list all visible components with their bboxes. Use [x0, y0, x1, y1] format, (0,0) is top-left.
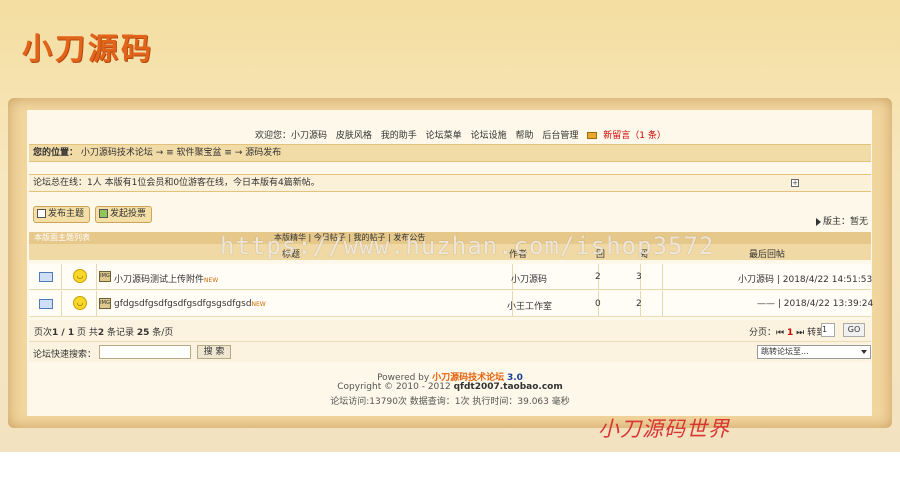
attachment-icon: IMG — [99, 271, 111, 282]
top-nav: 欢迎您：小刀源码 皮肤风格 我的助手 论坛菜单 论坛设施 帮助 后台管理 新留言… — [255, 128, 672, 141]
go-button[interactable]: GO — [843, 323, 865, 337]
thread-list-title: 本版面主题列表 — [34, 233, 90, 242]
expand-icon[interactable]: + — [791, 179, 799, 187]
last-page-icon[interactable]: ⏭ — [796, 328, 804, 338]
table-row[interactable]: ◡ IMG 小刀源码测试上传附件NEW 小刀源码 2 3 小刀源码 | 2018… — [29, 264, 872, 290]
thread-author[interactable]: 小刀源码 — [511, 272, 547, 285]
search-input[interactable] — [99, 345, 191, 359]
post-poll-button[interactable]: 发起投票 — [95, 206, 153, 223]
forum-jump-value: 跳转论坛至... — [761, 347, 809, 356]
page-info: 页次1 / 1 页 共2 条记录 25 条/页 — [34, 328, 174, 338]
online-status-text: 论坛总在线：1人 本版有1位会员和0位游客在线，今日本版有4篇新帖。 — [33, 178, 320, 188]
table-row[interactable]: ◡ IMG gfdgsdfgsdfgsdfgsdfgsgsdfgsdNEW 小王… — [29, 291, 873, 317]
attachment-icon: IMG — [99, 298, 111, 309]
thread-replies: 2 — [595, 272, 601, 282]
footer-stats: 论坛访问:13790次 数据查询：1次 执行时间：39.063 毫秒 — [330, 397, 570, 407]
chevron-down-icon — [861, 350, 867, 354]
brand-signature: 小刀源码世界 — [598, 417, 730, 441]
nav-welcome[interactable]: 欢迎您：小刀源码 — [255, 131, 327, 141]
column-last-reply: 最后回帖 — [749, 250, 786, 260]
smiley-icon: ◡ — [73, 296, 87, 310]
goto-page-input[interactable]: 1 — [821, 323, 835, 337]
nav-forum-menu[interactable]: 论坛菜单 — [426, 131, 462, 141]
online-status-bar: 论坛总在线：1人 本版有1位会员和0位游客在线，今日本版有4篇新帖。 + — [29, 174, 871, 192]
envelope-icon — [39, 272, 53, 282]
thread-title-text[interactable]: gfdgsdfgsdfgsdfgsdfgsgsdfgsd — [114, 299, 252, 309]
thread-views: 3 — [636, 272, 642, 282]
first-page-icon[interactable]: ⏮ — [776, 328, 784, 338]
thread-replies: 0 — [595, 299, 601, 309]
thread-title[interactable]: gfdgsdfgsdfgsdfgsdfgsgsdfgsdNEW — [114, 299, 266, 309]
thread-last-reply[interactable]: 小刀源码 | 2018/4/22 14:51:53 — [738, 272, 872, 285]
copyright-text: Copyright © 2010 - 2012 — [337, 382, 454, 392]
nav-admin[interactable]: 后台管理 — [542, 131, 578, 141]
nav-skin[interactable]: 皮肤风格 — [336, 131, 372, 141]
post-poll-label: 发起投票 — [110, 209, 147, 219]
watermark: https://www.huzhan.com/ishop3572 — [220, 232, 715, 260]
poll-icon — [99, 209, 108, 218]
search-label: 论坛快速搜索： — [33, 350, 97, 360]
document-icon — [37, 209, 46, 218]
search-button[interactable]: 搜 索 — [197, 345, 231, 359]
post-topic-button[interactable]: 发布主题 — [33, 206, 91, 223]
thread-title[interactable]: 小刀源码测试上传附件NEW — [114, 272, 218, 285]
nav-forum-tools[interactable]: 论坛设施 — [471, 131, 507, 141]
moderator-label: 版主：暂无 — [823, 217, 869, 227]
pagination: 页次1 / 1 页 共2 条记录 25 条/页 分页：⏮ 1 ⏭ 转到 1 GO — [29, 320, 871, 342]
thread-last-reply[interactable]: —— | 2018/4/22 13:39:24 — [757, 299, 873, 309]
nav-help[interactable]: 帮助 — [515, 131, 533, 141]
site-logo[interactable]: 小刀源码 — [22, 24, 154, 68]
triangle-right-icon — [816, 217, 821, 226]
breadcrumb-prefix: 您的位置： — [33, 148, 79, 158]
breadcrumb: 您的位置： 小刀源码技术论坛 → ≡ 软件聚宝盆 ≡ → 源码发布 — [29, 144, 871, 162]
new-badge: NEW — [251, 301, 266, 308]
forum-jump-select[interactable]: 跳转论坛至... — [757, 345, 871, 359]
quick-search: 论坛快速搜索： 搜 索 跳转论坛至... — [29, 342, 871, 362]
thread-author[interactable]: 小王工作室 — [507, 299, 552, 312]
moderator-info: 版主：暂无 — [816, 214, 868, 227]
current-page[interactable]: 1 — [787, 328, 793, 338]
thread-views: 2 — [636, 299, 642, 309]
new-badge: NEW — [204, 277, 219, 284]
nav-assistant[interactable]: 我的助手 — [381, 131, 417, 141]
footer-copyright: Copyright © 2010 - 2012 qfdt2007.taobao.… — [0, 382, 900, 392]
breadcrumb-path[interactable]: 小刀源码技术论坛 → ≡ 软件聚宝盆 ≡ → 源码发布 — [81, 148, 281, 158]
thread-title-text[interactable]: 小刀源码测试上传附件 — [114, 275, 204, 285]
nav-new-messages[interactable]: 新留言（1 条） — [603, 131, 666, 141]
mail-icon — [587, 132, 598, 139]
copyright-link[interactable]: qfdt2007.taobao.com — [454, 382, 563, 392]
page-nav: 分页：⏮ 1 ⏭ 转到 — [749, 328, 826, 338]
post-topic-label: 发布主题 — [48, 209, 85, 219]
envelope-icon — [39, 299, 53, 309]
smiley-icon: ◡ — [73, 269, 87, 283]
